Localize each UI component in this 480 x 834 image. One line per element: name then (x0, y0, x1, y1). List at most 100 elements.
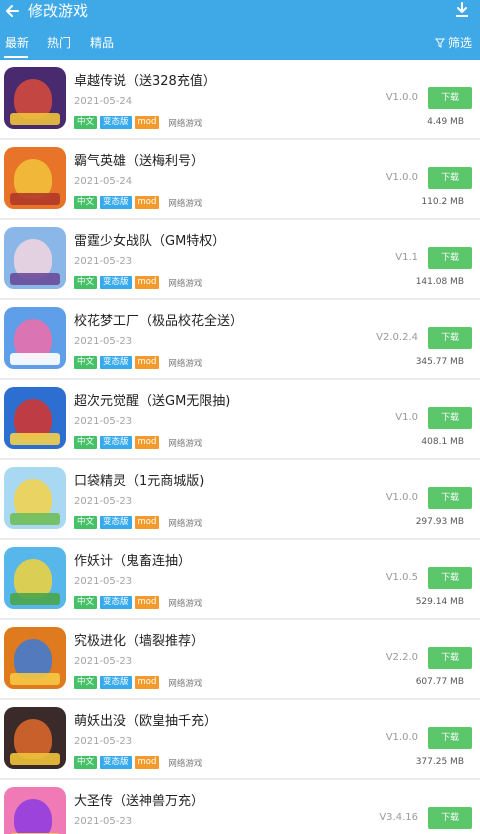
tag-group: 中文 变态版 mod 网络游戏 (74, 276, 202, 289)
game-category: 网络游戏 (168, 278, 203, 289)
tag-group: 中文 变态版 mod 网络游戏 (74, 196, 202, 209)
tag-mod-version: 变态版 (100, 196, 132, 209)
game-name[interactable]: 雷霆少女战队（GM特权） (74, 230, 225, 249)
release-date: 2021-05-23 (74, 336, 133, 347)
file-size: 408.1 MB (421, 437, 464, 447)
filter-button[interactable]: 筛选 (434, 30, 472, 56)
game-name[interactable]: 口袋精灵（1元商城版) (74, 470, 204, 489)
game-name[interactable]: 超次元觉醒（送GM无限抽) (74, 390, 230, 409)
game-name[interactable]: 作妖计（鬼畜连抽） (74, 550, 191, 569)
tag-group: 中文 变态版 mod 网络游戏 (74, 756, 202, 769)
download-icon[interactable] (452, 0, 472, 20)
game-row[interactable]: 雷霆少女战队（GM特权） 2021-05-23 中文 变态版 mod 网络游戏 V1.1 下载… (0, 220, 480, 298)
tag-mod: mod (134, 516, 160, 529)
tag-mod-version: 变态版 (100, 596, 132, 609)
game-name[interactable]: 卓越传说（送328充值） (74, 70, 216, 89)
tab-featured[interactable]: 精品 (90, 30, 114, 56)
download-button[interactable]: 下载 (428, 87, 472, 109)
release-date: 2021-05-24 (74, 176, 133, 187)
game-name[interactable]: 究极进化（墙裂推荐） (74, 630, 204, 649)
game-row[interactable]: 卓越传说（送328充值） 2021-05-24 中文 变态版 mod 网络游戏 V1.0.0… (0, 60, 480, 138)
release-date: 2021-05-23 (74, 496, 133, 507)
download-button[interactable]: 下载 (428, 567, 472, 589)
download-button[interactable]: 下载 (428, 807, 472, 829)
release-date: 2021-05-24 (74, 96, 133, 107)
game-icon[interactable] (4, 707, 66, 769)
file-size: 345.77 MB (415, 357, 464, 367)
game-category: 网络游戏 (168, 598, 203, 609)
file-size: 110.2 MB (421, 197, 464, 207)
tag-group: 中文 变态版 mod 网络游戏 (74, 516, 202, 529)
download-button[interactable]: 下载 (428, 327, 472, 349)
game-icon[interactable] (4, 627, 66, 689)
game-icon[interactable] (4, 147, 66, 209)
tag-mod-version: 变态版 (100, 756, 132, 769)
game-icon[interactable] (4, 547, 66, 609)
file-size: 141.08 MB (415, 277, 464, 287)
tab-popular[interactable]: 热门 (47, 30, 71, 56)
tag-group: 中文 变态版 mod 网络游戏 (74, 676, 202, 689)
game-version: V1.0.0 (385, 172, 418, 183)
game-version: V1.0.5 (385, 572, 418, 583)
game-icon[interactable] (4, 387, 66, 449)
filter-label: 筛选 (447, 36, 472, 50)
game-name[interactable]: 霸气英雄（送梅利号） (74, 150, 204, 169)
game-category: 网络游戏 (168, 678, 203, 689)
tag-mod: mod (134, 116, 160, 129)
game-version: V3.4.16 (379, 812, 418, 823)
game-icon[interactable] (4, 307, 66, 369)
tag-mod: mod (134, 196, 160, 209)
game-row[interactable]: 口袋精灵（1元商城版) 2021-05-23 中文 变态版 mod 网络游戏 V1.0.0 下… (0, 460, 480, 538)
tag-group: 中文 变态版 mod 网络游戏 (74, 116, 202, 129)
download-button[interactable]: 下载 (428, 247, 472, 269)
download-button[interactable]: 下载 (428, 647, 472, 669)
game-category: 网络游戏 (168, 438, 203, 449)
game-icon[interactable] (4, 227, 66, 289)
tag-group: 中文 变态版 mod 网络游戏 (74, 356, 202, 369)
game-name[interactable]: 校花梦工厂（极品校花全送） (74, 310, 243, 329)
game-icon[interactable] (4, 467, 66, 529)
game-row[interactable]: 萌妖出没（欧皇抽千充） 2021-05-23 中文 变态版 mod 网络游戏 V1.0.0 下… (0, 700, 480, 778)
download-button[interactable]: 下载 (428, 727, 472, 749)
game-icon[interactable] (4, 67, 66, 129)
game-icon[interactable] (4, 787, 66, 834)
game-row[interactable]: 究极进化（墙裂推荐） 2021-05-23 中文 变态版 mod 网络游戏 V2.2.0 下载… (0, 620, 480, 698)
download-button[interactable]: 下载 (428, 407, 472, 429)
release-date: 2021-05-23 (74, 416, 133, 427)
tag-chinese: 中文 (74, 756, 98, 769)
release-date: 2021-05-23 (74, 736, 133, 747)
tag-group: 中文 变态版 mod 网络游戏 (74, 596, 202, 609)
app-header: 修改游戏 最新 热门 精品 筛选 (0, 0, 480, 60)
tag-chinese: 中文 (74, 196, 98, 209)
active-tab-indicator (4, 56, 28, 58)
game-category: 网络游戏 (168, 518, 203, 529)
game-row[interactable]: 大圣传（送神兽万充）2021-05-23中文变态版mod网络游戏V3.4.16下… (0, 780, 480, 834)
game-row[interactable]: 作妖计（鬼畜连抽） 2021-05-23 中文 变态版 mod 网络游戏 V1.0.5 下载 5… (0, 540, 480, 618)
game-version: V1.0.0 (385, 92, 418, 103)
game-version: V1.0.0 (385, 492, 418, 503)
tag-chinese: 中文 (74, 116, 98, 129)
game-row[interactable]: 霸气英雄（送梅利号） 2021-05-24 中文 变态版 mod 网络游戏 V1.0.0 下载… (0, 140, 480, 218)
tag-chinese: 中文 (74, 516, 98, 529)
file-size: 529.14 MB (415, 597, 464, 607)
download-button[interactable]: 下载 (428, 487, 472, 509)
game-version: V2.2.0 (385, 652, 418, 663)
game-row[interactable]: 校花梦工厂（极品校花全送） 2021-05-23 中文 变态版 mod 网络游戏 V2.0.… (0, 300, 480, 378)
game-name[interactable]: 大圣传（送神兽万充） (74, 790, 204, 809)
game-version: V1.0 (395, 412, 418, 423)
game-category: 网络游戏 (168, 758, 203, 769)
tag-group: 中文 变态版 mod 网络游戏 (74, 436, 202, 449)
back-arrow-icon[interactable] (2, 0, 24, 22)
game-category: 网络游戏 (168, 358, 203, 369)
tag-mod: mod (134, 436, 160, 449)
tag-mod-version: 变态版 (100, 516, 132, 529)
tab-latest[interactable]: 最新 (5, 30, 29, 56)
download-button[interactable]: 下载 (428, 167, 472, 189)
game-row[interactable]: 超次元觉醒（送GM无限抽) 2021-05-23 中文 变态版 mod 网络游戏 V1.0 下… (0, 380, 480, 458)
tag-mod: mod (134, 276, 160, 289)
release-date: 2021-05-23 (74, 256, 133, 267)
tag-mod-version: 变态版 (100, 436, 132, 449)
game-category: 网络游戏 (168, 198, 203, 209)
tag-chinese: 中文 (74, 676, 98, 689)
game-name[interactable]: 萌妖出没（欧皇抽千充） (74, 710, 217, 729)
